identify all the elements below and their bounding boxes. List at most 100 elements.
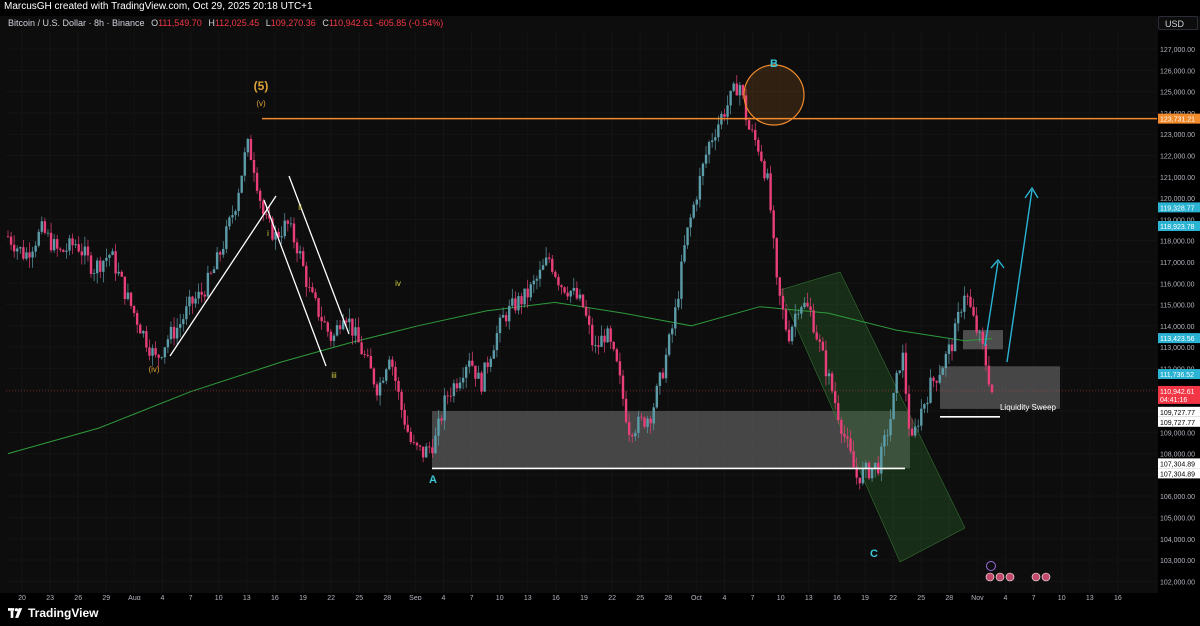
y-tick-label: 113,000.00 [1160, 345, 1195, 352]
candle-body [674, 307, 677, 329]
candle-body [421, 446, 425, 458]
candle-body [262, 200, 265, 215]
candle-body [603, 335, 606, 343]
candle-body [667, 334, 671, 355]
candle-body [990, 384, 994, 393]
price-tag-label-upper-target-2: 118,923.78 [1160, 224, 1195, 231]
candle-body [329, 331, 333, 341]
wave-b-highlight-circle [743, 64, 805, 126]
candle-body [381, 380, 385, 383]
candle-body [923, 404, 926, 409]
event-marker-icon [1005, 572, 1015, 582]
candle-body [191, 296, 194, 304]
candle-body [508, 305, 511, 322]
candle-body [308, 286, 311, 288]
y-tick-label: 127,000.00 [1160, 47, 1195, 54]
candle-body [560, 285, 563, 288]
candle-body [572, 287, 575, 291]
candle-body [77, 244, 80, 252]
candle-body [148, 347, 151, 356]
candle-body [557, 276, 560, 286]
candle-body [794, 313, 797, 327]
event-marker-icon [1041, 572, 1051, 582]
candle-body [763, 160, 766, 179]
candle-body [769, 173, 772, 211]
candle-body [351, 318, 354, 336]
candle-body [984, 343, 988, 366]
candle-body [846, 436, 849, 439]
candle-body [237, 192, 240, 212]
candle-body [283, 220, 286, 237]
candle-body [849, 438, 852, 452]
candle-body [917, 425, 920, 427]
candle-body [594, 345, 597, 347]
candle-body [80, 251, 83, 256]
candle-body [461, 377, 465, 383]
annotation-wave-ii: ii [298, 203, 302, 212]
candle-body [52, 239, 56, 251]
price-tag-label-upper-target: 119,328.77 [1160, 205, 1195, 212]
candle-body [252, 159, 256, 173]
y-tick-label: 118,000.00 [1160, 239, 1195, 246]
candle-body [369, 355, 373, 369]
candle-body [898, 370, 901, 373]
candle-body [627, 422, 631, 435]
candle-body [378, 382, 382, 396]
candle-body [750, 129, 754, 131]
candle-body [815, 332, 818, 340]
candle-body [412, 442, 416, 443]
candle-body [231, 215, 234, 218]
candle-body [852, 451, 855, 468]
price-tag-label-support-1: 107,304.89 [1160, 461, 1195, 468]
candle-body [86, 246, 90, 256]
candle-body [714, 137, 717, 141]
high-value: 112,025.45 [214, 18, 260, 28]
candle-body [434, 435, 437, 454]
candle-body [864, 462, 868, 469]
candle-body [760, 151, 763, 161]
candle-body [578, 294, 582, 299]
candle-body [800, 307, 803, 314]
candle-body [345, 320, 348, 323]
candle-body [443, 395, 446, 421]
candle-body [790, 326, 794, 342]
candle-body [160, 357, 163, 359]
candle-body [298, 251, 302, 254]
candle-body [114, 251, 117, 274]
candle-body [486, 362, 489, 367]
candle-body [609, 328, 612, 342]
candle-body [400, 391, 403, 410]
price-tag-label-resistance: 123,731.21 [1160, 117, 1195, 124]
y-tick-label: 125,000.00 [1160, 90, 1195, 97]
candle-body [225, 226, 228, 249]
candle-body [935, 380, 938, 383]
annotation-wave-iv-minor: (iv) [148, 365, 159, 374]
candle-body [883, 435, 886, 447]
candle-body [222, 248, 225, 255]
candle-body [563, 287, 566, 293]
candle-body [59, 248, 62, 250]
currency-label[interactable]: USD [1158, 16, 1198, 30]
candle-body [775, 238, 778, 278]
candle-body [956, 311, 960, 324]
candle-body [532, 280, 536, 285]
candle-body [778, 277, 782, 296]
tradingview-logo[interactable]: TradingView [8, 604, 98, 622]
candle-body [163, 347, 167, 358]
candle-body [19, 247, 22, 249]
symbol-name[interactable]: Bitcoin / U.S. Dollar · 8h · Binance [8, 18, 145, 28]
candle-body [732, 83, 735, 91]
candle-body [664, 354, 668, 379]
candle-body [406, 424, 409, 432]
candle-body [640, 416, 643, 418]
candle-body [584, 306, 588, 316]
candle-body [618, 361, 622, 376]
candle-body [495, 333, 499, 351]
candle-body [729, 90, 732, 106]
candle-body [947, 344, 951, 354]
candle-body [108, 254, 111, 258]
candle-body [295, 242, 299, 254]
candle-body [169, 326, 173, 340]
candle-body [397, 380, 400, 392]
candle-body [575, 287, 579, 299]
